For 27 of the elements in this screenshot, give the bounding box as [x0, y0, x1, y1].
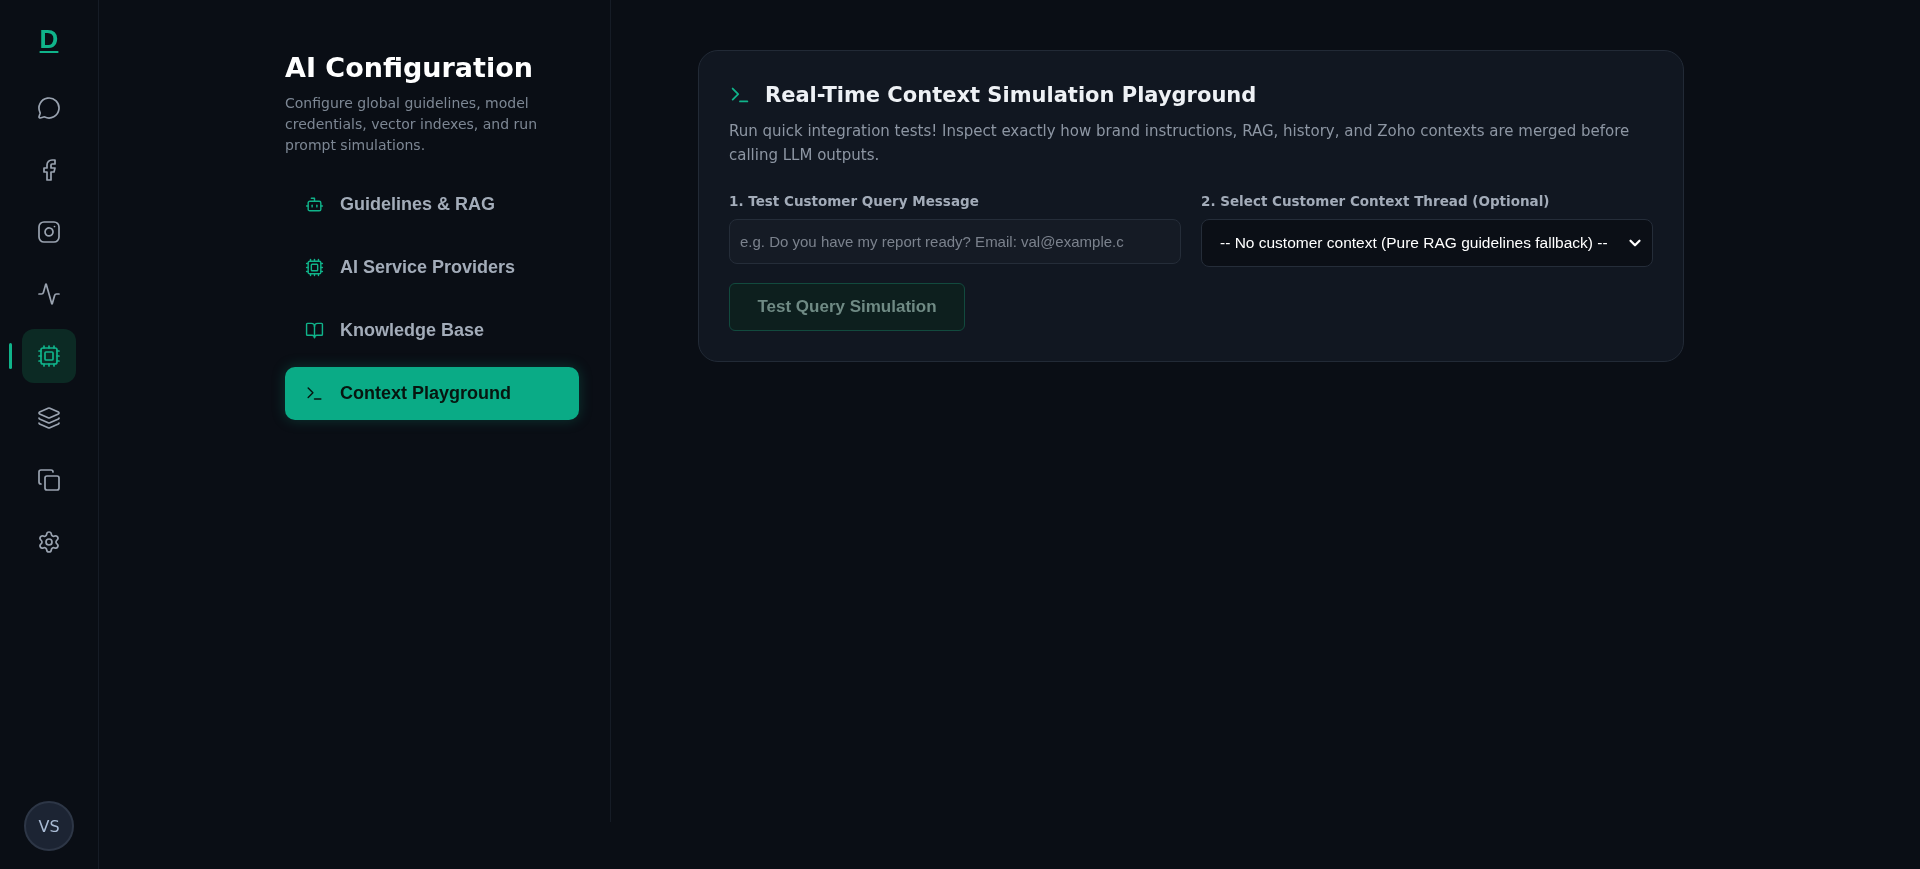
- robot-icon: [305, 195, 324, 214]
- book-icon: [305, 321, 324, 340]
- pulse-icon: [37, 282, 61, 306]
- instagram-icon: [37, 220, 61, 244]
- query-input[interactable]: e.g. Do you have my report ready? Email: val@example.c: [729, 219, 1181, 264]
- nav-item[interactable]: Context Playground: [285, 367, 579, 420]
- panel-title: AI Configuration: [285, 52, 534, 83]
- nav-item[interactable]: Knowledge Base: [285, 304, 579, 357]
- chip-icon: [37, 344, 61, 368]
- terminal-icon: [305, 384, 324, 403]
- thread-select[interactable]: -- No customer context (Pure RAG guidelines fallback) --: [1201, 219, 1653, 267]
- chip-icon: [305, 258, 324, 277]
- chat-bubble-icon: [37, 96, 61, 120]
- card-description: Run quick integration tests! Inspect exactly how brand instructions, RAG, history, and Zoho contexts are merged before calling LLM outputs.: [729, 121, 1631, 166]
- nav-item[interactable]: Guidelines & RAG: [285, 178, 579, 231]
- settings-icon: [37, 530, 61, 554]
- panel-description: Configure global guidelines, model credentials, vector indexes, and run prompt simulations.: [285, 94, 538, 155]
- logo: D: [39, 24, 59, 55]
- card-title: Real-Time Context Simulation Playground: [765, 83, 1257, 107]
- active-indicator: [9, 343, 12, 369]
- layers-icon: [37, 406, 61, 430]
- field-label: 1. Test Customer Query Message: [729, 193, 980, 209]
- simulate-button[interactable]: Test Query Simulation: [729, 283, 965, 331]
- nav-item[interactable]: AI Service Providers: [285, 241, 579, 294]
- field-label: 2. Select Customer Context Thread (Optional): [1201, 193, 1551, 209]
- copy-icon: [37, 468, 61, 492]
- user-avatar[interactable]: VS: [24, 801, 74, 851]
